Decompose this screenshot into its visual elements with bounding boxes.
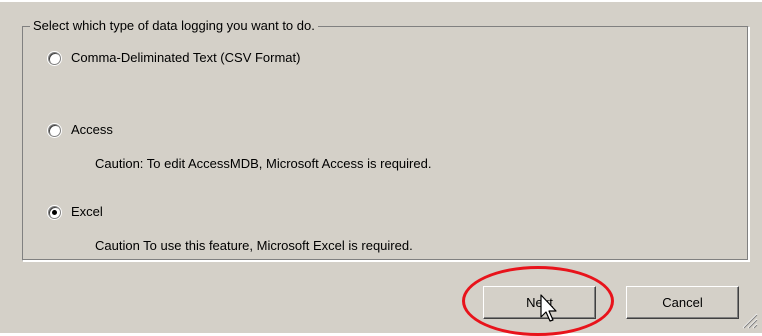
radio-label-csv: Comma-Deliminated Text (CSV Format) (71, 50, 301, 65)
data-logging-dialog: Select which type of data logging you wa… (0, 0, 762, 336)
window-top-edge (0, 0, 762, 2)
resize-grip-icon[interactable] (740, 311, 758, 329)
mouse-pointer-icon (540, 294, 557, 322)
cancel-button[interactable]: Cancel (626, 286, 739, 319)
excel-caution-text: Caution To use this feature, Microsoft E… (95, 238, 413, 253)
radio-button-icon[interactable] (48, 51, 61, 65)
radio-option-csv[interactable]: Comma-Deliminated Text (CSV Format) (48, 49, 300, 67)
groupbox-title: Select which type of data logging you wa… (30, 17, 318, 35)
radio-option-excel[interactable]: Excel (48, 203, 103, 221)
radio-button-icon[interactable] (48, 123, 61, 137)
radio-option-access[interactable]: Access (48, 121, 113, 139)
radio-button-icon[interactable] (48, 205, 61, 219)
radio-label-access: Access (71, 122, 113, 137)
cancel-button-label: Cancel (662, 295, 703, 310)
radio-label-excel: Excel (71, 204, 103, 219)
access-caution-text: Caution: To edit AccessMDB, Microsoft Ac… (95, 156, 432, 171)
